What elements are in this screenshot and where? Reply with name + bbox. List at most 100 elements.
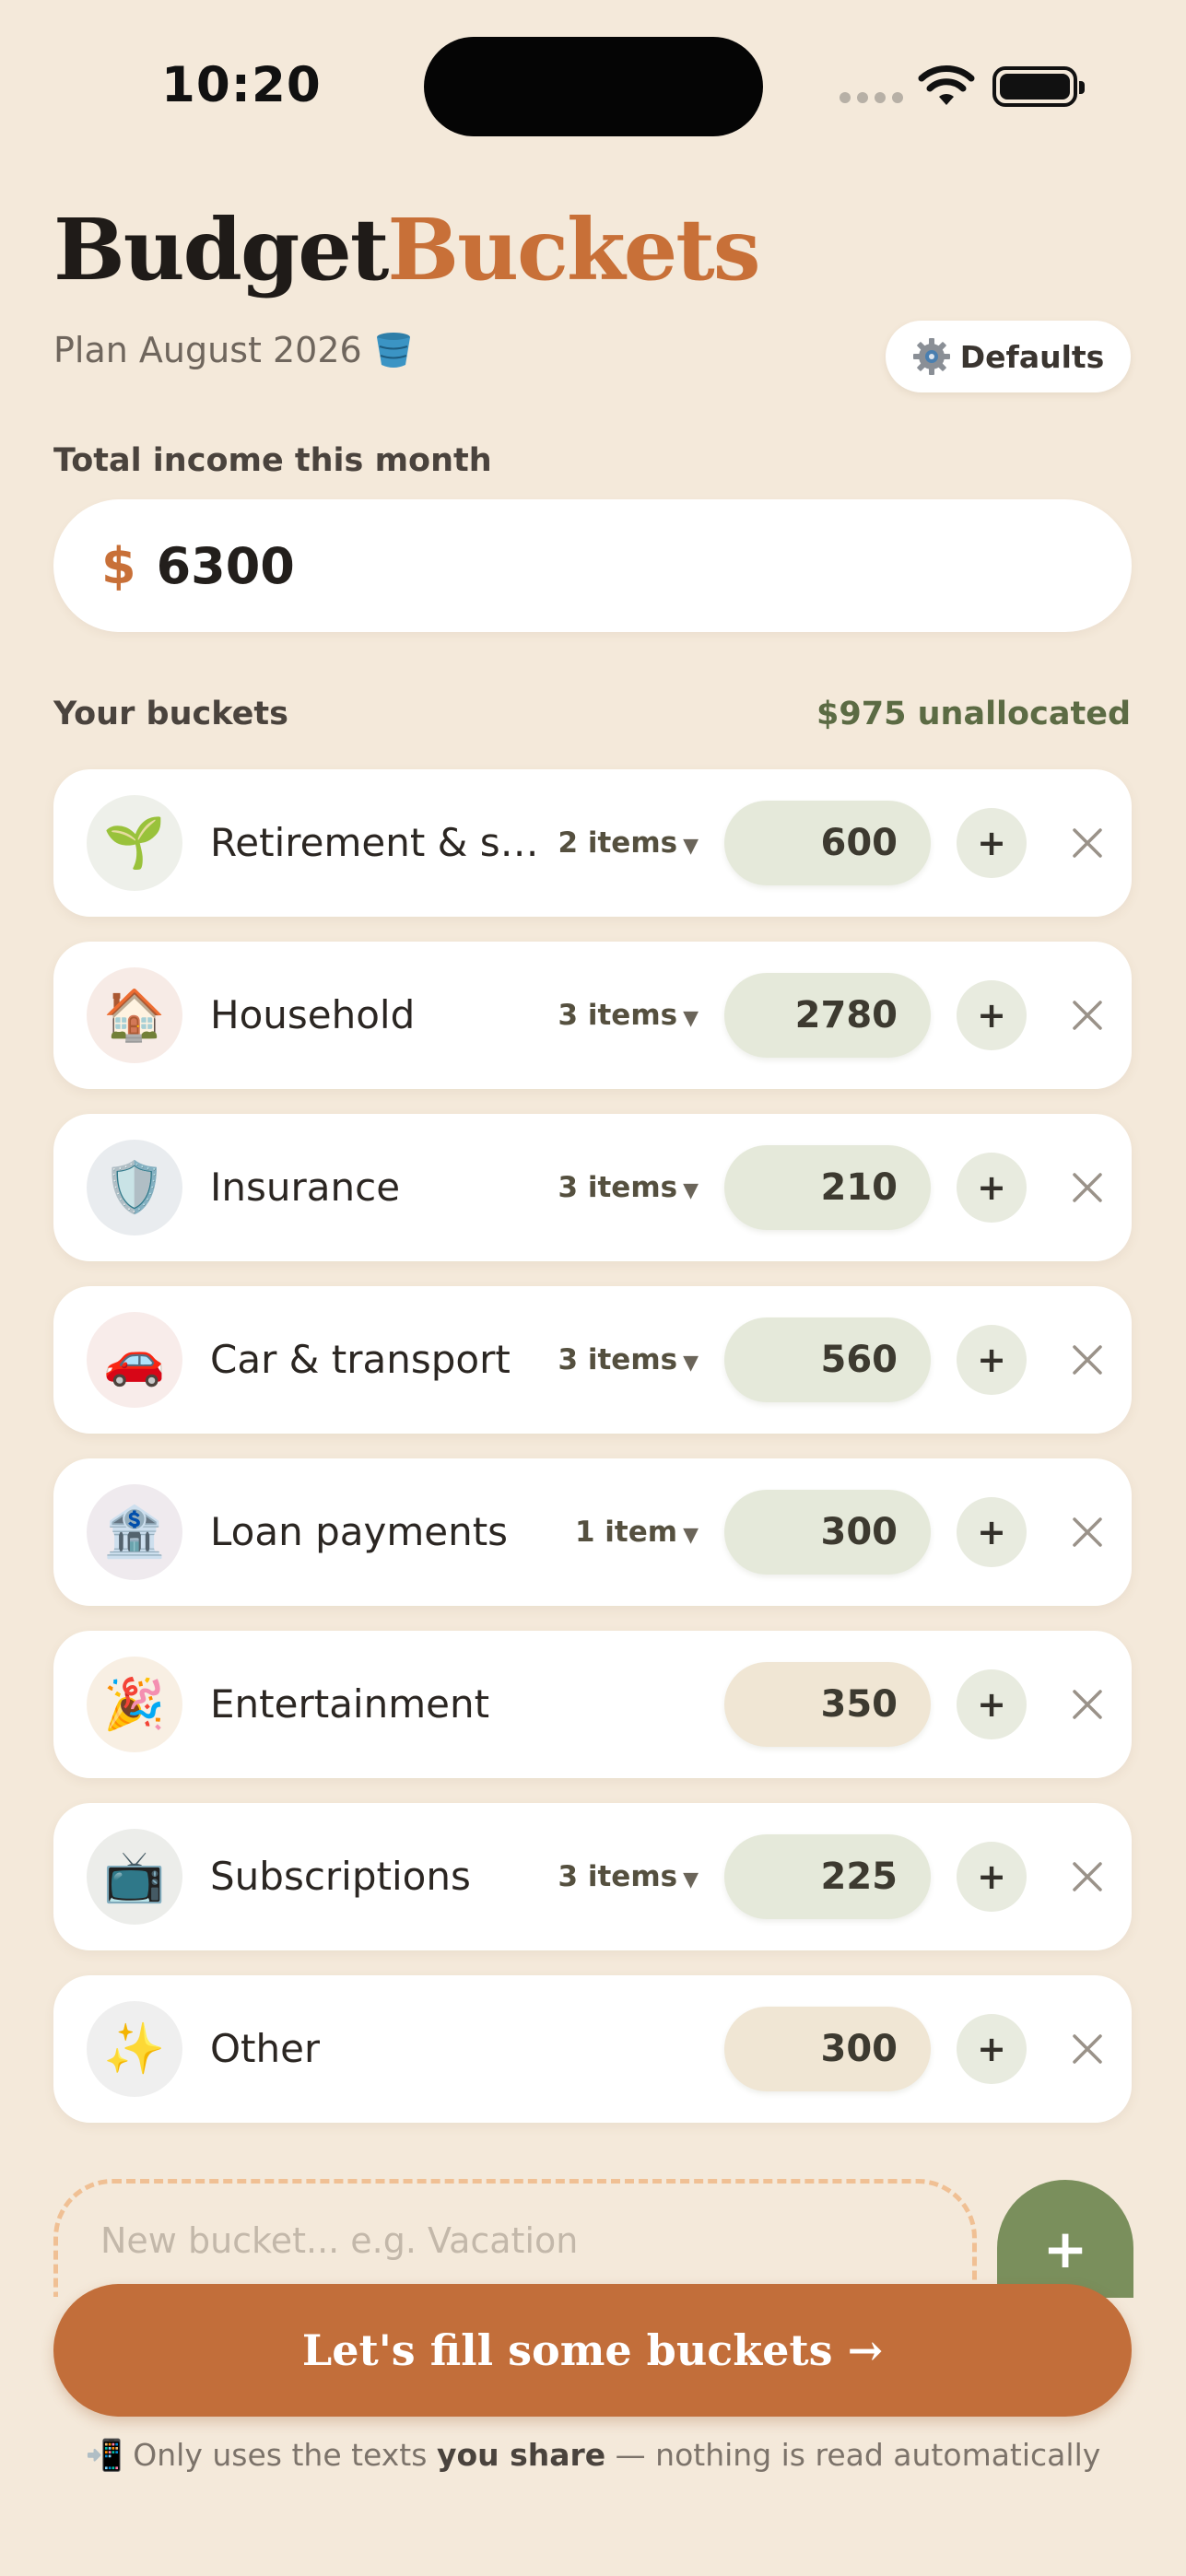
bucket-name[interactable]: Car & transport <box>210 1286 511 1434</box>
plan-subtitle-text: Plan August 2026 <box>53 330 362 370</box>
bucket-items-count: 2 items <box>558 826 678 860</box>
bucket-icon: 🚗 <box>87 1312 182 1408</box>
bucket-items-count: 3 items <box>558 1171 678 1204</box>
fill-buckets-button[interactable]: Let's fill some buckets → <box>53 2284 1132 2417</box>
bucket-amount-input[interactable]: 300 <box>724 2007 931 2091</box>
caret-down-icon: ▼ <box>683 1179 699 1202</box>
remove-bucket-button[interactable] <box>1052 1669 1122 1739</box>
close-icon <box>1073 1862 1102 1891</box>
bucket-icon: 🌱 <box>87 795 182 891</box>
phone-icon: 📲 <box>85 2437 123 2473</box>
bucket-icon: ✨ <box>87 2001 182 2097</box>
bucket-items-count: 3 items <box>558 1343 678 1376</box>
close-icon <box>1073 1517 1102 1547</box>
bucket-items-toggle[interactable]: 1 item ▼ <box>575 1458 699 1606</box>
close-icon <box>1073 1173 1102 1202</box>
footnote-text-before: Only uses the texts <box>133 2437 428 2473</box>
caret-down-icon: ▼ <box>683 1007 699 1030</box>
bucket-amount-input[interactable]: 210 <box>724 1145 931 1230</box>
close-icon <box>1073 1001 1102 1030</box>
bucket-row[interactable]: ✨ Other 300 + <box>53 1975 1132 2123</box>
add-item-button[interactable]: + <box>957 1325 1027 1395</box>
remove-bucket-button[interactable] <box>1052 1497 1122 1567</box>
plus-icon: + <box>977 995 1006 1036</box>
wifi-icon <box>918 65 975 105</box>
income-input[interactable]: $ 6300 <box>53 499 1132 632</box>
remove-bucket-button[interactable] <box>1052 2014 1122 2084</box>
bucket-name[interactable]: Entertainment <box>210 1631 489 1778</box>
bucket-name[interactable]: Household <box>210 942 415 1089</box>
dynamic-island <box>424 37 763 136</box>
privacy-footnote: 📲 Only uses the texts you share — nothin… <box>0 2437 1186 2474</box>
plus-icon: + <box>977 1684 1006 1725</box>
bucket-name[interactable]: Insurance <box>210 1114 400 1261</box>
bucket-items-count: 1 item <box>574 1516 678 1549</box>
caret-down-icon: ▼ <box>683 1352 699 1375</box>
bucket-icon: 🏦 <box>87 1484 182 1580</box>
bucket-items-toggle[interactable]: 3 items ▼ <box>558 1286 699 1434</box>
bucket-amount-input[interactable]: 300 <box>724 1490 931 1575</box>
bucket-items-toggle[interactable]: 3 items ▼ <box>558 1114 699 1261</box>
add-bucket-button[interactable]: + <box>997 2180 1133 2298</box>
add-item-button[interactable]: + <box>957 1497 1027 1567</box>
gear-icon <box>912 338 950 375</box>
footnote-text-bold: you share <box>436 2437 606 2473</box>
bucket-amount-input[interactable]: 600 <box>724 801 931 885</box>
bucket-amount-input[interactable]: 2780 <box>724 973 931 1058</box>
bucket-row[interactable]: 🏠 Household 3 items ▼ 2780 + <box>53 942 1132 1089</box>
bucket-name[interactable]: Subscriptions <box>210 1803 471 1950</box>
remove-bucket-button[interactable] <box>1052 808 1122 878</box>
plus-icon: + <box>977 1340 1006 1380</box>
bucket-items-count: 3 items <box>558 1860 678 1893</box>
plus-icon: + <box>977 1856 1006 1897</box>
remove-bucket-button[interactable] <box>1052 1842 1122 1912</box>
close-icon <box>1073 1345 1102 1375</box>
bucket-amount-input[interactable]: 560 <box>724 1317 931 1402</box>
add-item-button[interactable]: + <box>957 1153 1027 1223</box>
bucket-amount-input[interactable]: 225 <box>724 1834 931 1919</box>
remove-bucket-button[interactable] <box>1052 1325 1122 1395</box>
bucket-icon: 🏠 <box>87 967 182 1063</box>
status-time: 10:20 <box>161 57 322 113</box>
new-bucket-input[interactable] <box>53 2179 977 2297</box>
bucket-items-toggle[interactable]: 3 items ▼ <box>558 942 699 1089</box>
bucket-row[interactable]: 📺 Subscriptions 3 items ▼ 225 + <box>53 1803 1132 1950</box>
plus-icon: + <box>977 823 1006 863</box>
add-item-button[interactable]: + <box>957 1842 1027 1912</box>
title-buckets: Buckets <box>387 200 760 299</box>
income-value[interactable]: 6300 <box>157 537 295 595</box>
bucket-name[interactable]: Retirement & sav... <box>210 769 560 917</box>
close-icon <box>1073 2034 1102 2064</box>
bucket-row[interactable]: 🎉 Entertainment 350 + <box>53 1631 1132 1778</box>
remove-bucket-button[interactable] <box>1052 980 1122 1050</box>
battery-icon <box>992 66 1085 107</box>
add-item-button[interactable]: + <box>957 1669 1027 1739</box>
add-item-button[interactable]: + <box>957 808 1027 878</box>
bucket-row[interactable]: 🌱 Retirement & sav... 2 items ▼ 600 + <box>53 769 1132 917</box>
bucket-items-toggle[interactable]: 2 items ▼ <box>558 769 699 917</box>
bucket-icon: 🛡️ <box>87 1140 182 1235</box>
bucket-row[interactable]: 🛡️ Insurance 3 items ▼ 210 + <box>53 1114 1132 1261</box>
footnote-text-after: — nothing is read automatically <box>615 2437 1101 2473</box>
status-bar: 10:20 <box>0 0 1186 175</box>
bucket-icon: 🎉 <box>87 1657 182 1752</box>
plus-icon: + <box>977 1167 1006 1208</box>
remove-bucket-button[interactable] <box>1052 1153 1122 1223</box>
bucket-items-toggle[interactable]: 3 items ▼ <box>558 1803 699 1950</box>
add-item-button[interactable]: + <box>957 980 1027 1050</box>
app-title: BudgetBuckets <box>53 207 761 292</box>
caret-down-icon: ▼ <box>683 1868 699 1891</box>
bucket-icon <box>376 333 410 368</box>
bucket-items-count: 3 items <box>558 999 678 1032</box>
bucket-amount-input[interactable]: 350 <box>724 1662 931 1747</box>
bucket-row[interactable]: 🏦 Loan payments 1 item ▼ 300 + <box>53 1458 1132 1606</box>
bucket-name[interactable]: Other <box>210 1975 320 2123</box>
bucket-name[interactable]: Loan payments <box>210 1458 508 1606</box>
add-item-button[interactable]: + <box>957 2014 1027 2084</box>
close-icon <box>1073 828 1102 858</box>
bucket-row[interactable]: 🚗 Car & transport 3 items ▼ 560 + <box>53 1286 1132 1434</box>
currency-symbol: $ <box>101 536 136 595</box>
defaults-button[interactable]: Defaults <box>886 321 1131 392</box>
close-icon <box>1073 1690 1102 1719</box>
buckets-label: Your buckets <box>53 696 288 732</box>
